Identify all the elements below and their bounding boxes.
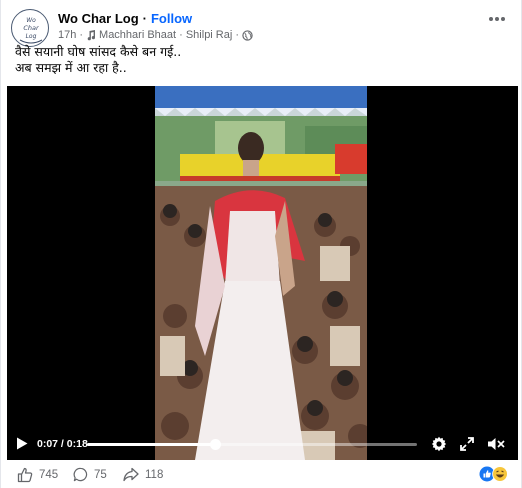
music-note-icon — [87, 29, 96, 40]
comment-button[interactable]: 75 — [73, 467, 107, 482]
progress-bar[interactable] — [87, 439, 417, 450]
thumbs-up-icon — [17, 467, 33, 483]
time-display: 0:07 / 0:18 — [37, 438, 88, 450]
post-time[interactable]: 17h — [58, 29, 76, 41]
progress-fill — [87, 443, 216, 446]
separator-dot: · — [142, 11, 147, 26]
follow-button[interactable]: Follow — [151, 11, 192, 26]
author-name[interactable]: Wo Char Log — [58, 11, 139, 26]
play-icon[interactable] — [16, 437, 28, 450]
svg-text:Log: Log — [26, 33, 37, 40]
caption-line: वैसे सयानी घोष सांसद कैसे बन गई.. — [15, 44, 182, 59]
reactions-summary[interactable] — [479, 465, 509, 483]
separator-dot: · — [79, 29, 84, 41]
globe-icon — [242, 29, 253, 41]
comment-count: 75 — [94, 468, 107, 481]
video-player[interactable]: 0:07 / 0:18 — [7, 86, 518, 460]
video-controls: 0:07 / 0:18 — [7, 424, 518, 460]
like-button[interactable]: 745 — [17, 467, 58, 483]
progress-handle[interactable] — [210, 439, 222, 450]
gear-icon[interactable] — [431, 436, 447, 452]
post-caption: वैसे सयानी घोष सांसद कैसे बन गई.. अब समझ… — [15, 44, 181, 76]
caption-line: अब समझ में आ रहा है.. — [15, 60, 127, 75]
share-button[interactable]: 118 — [123, 467, 163, 482]
haha-reaction-icon — [493, 467, 507, 481]
like-count: 745 — [39, 469, 59, 481]
post-meta: 17h · Machhari Bhaat · Shilpi Raj · — [58, 29, 253, 41]
share-icon — [123, 467, 139, 482]
separator-dot: · — [235, 29, 239, 41]
mute-icon[interactable] — [487, 436, 505, 452]
avatar[interactable]: Wo Char Log — [11, 9, 49, 47]
share-count: 118 — [145, 468, 164, 481]
song-link[interactable]: Machhari Bhaat · Shilpi Raj — [99, 29, 232, 41]
author-row: Wo Char Log · Follow — [58, 11, 192, 26]
more-options-icon[interactable] — [487, 15, 507, 23]
comment-icon — [73, 467, 88, 482]
expand-icon[interactable] — [459, 436, 475, 452]
svg-text:Char: Char — [23, 24, 40, 32]
video-frame[interactable] — [155, 86, 367, 460]
post-footer: 745 75 118 — [1, 462, 522, 488]
svg-text:Wo: Wo — [26, 17, 36, 24]
post-card: Wo Char Log Wo Char Log · Follow 17h · M… — [0, 0, 522, 488]
